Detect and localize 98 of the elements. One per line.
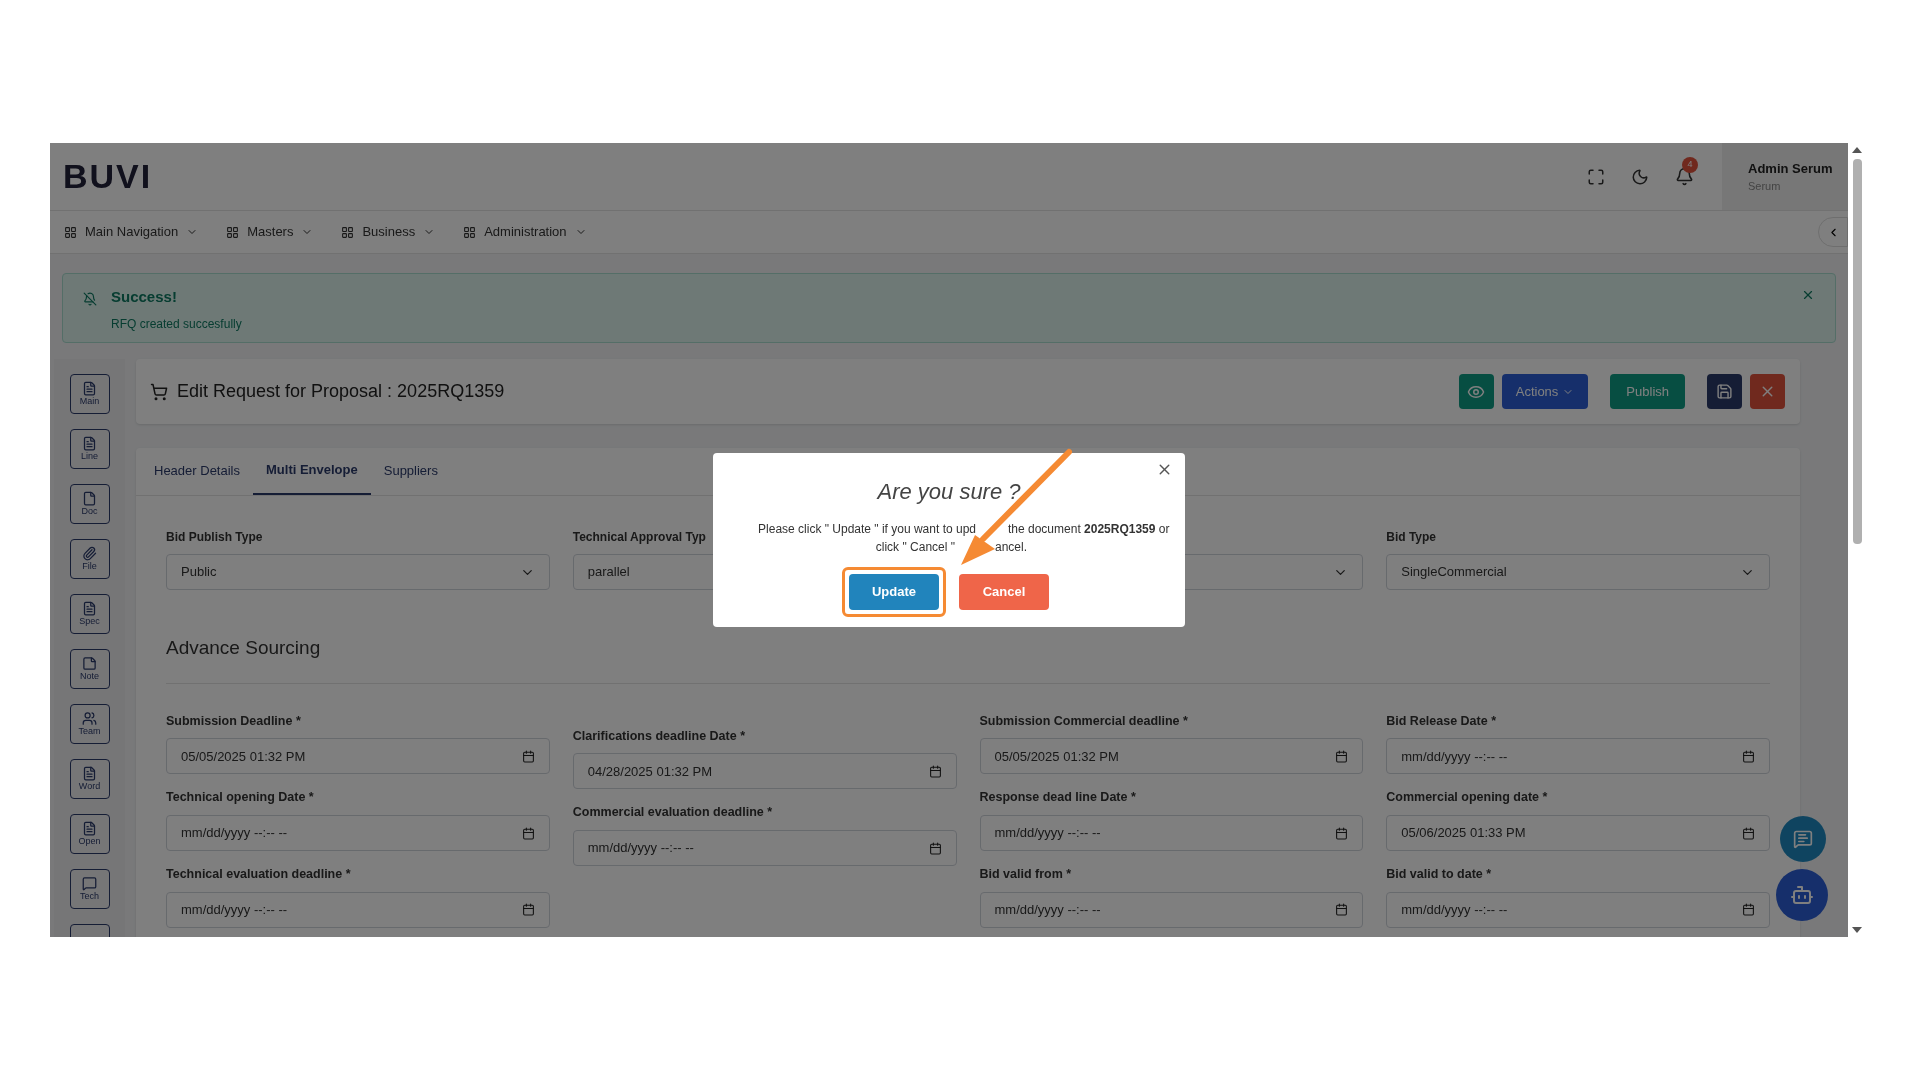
calendar-icon — [1335, 903, 1349, 917]
field-label: Bid valid to date * — [1386, 866, 1492, 883]
tab[interactable]: Header Details — [141, 447, 253, 495]
sidebar-button[interactable]: Spec — [69, 594, 110, 634]
document-icon — [82, 766, 97, 781]
grid-icon — [463, 225, 477, 239]
calendar-icon — [928, 841, 942, 855]
publish-button[interactable]: Publish — [1610, 374, 1685, 409]
date-field[interactable]: mm/dd/yyyy --:-- -- — [572, 830, 957, 866]
robot-icon — [1790, 883, 1814, 907]
section-title: Advance Sourcing — [166, 637, 321, 658]
date-field[interactable]: mm/dd/yyyy --:-- -- — [979, 815, 1364, 851]
chat-icon — [1793, 829, 1813, 849]
alert-message: RFQ created succesfully — [111, 315, 242, 333]
chat-icon — [82, 876, 97, 891]
grid-icon — [226, 225, 240, 239]
document-icon — [82, 601, 97, 616]
sidebar-button[interactable]: Line — [69, 429, 110, 469]
logo: BUVI — [63, 156, 153, 197]
dialog-title: Are you sure ? — [877, 478, 1021, 506]
field-label: Submission Commercial deadline * — [979, 712, 1188, 730]
nav-menu[interactable]: Administration — [463, 222, 587, 242]
calendar-icon — [521, 749, 535, 763]
sidebar-button[interactable]: Main — [69, 374, 110, 414]
grid-icon — [341, 225, 355, 239]
note-icon — [82, 656, 97, 671]
sidebar-button[interactable]: Open — [69, 814, 110, 854]
sidebar-button[interactable]: Doc — [69, 484, 110, 524]
sidebar-button[interactable]: Team — [69, 704, 110, 744]
people-icon — [82, 711, 97, 726]
document-icon — [82, 821, 97, 836]
cart-icon — [150, 382, 168, 401]
field-label: Technical evaluation deadline * — [166, 866, 351, 883]
field-label: Bid Release Date * — [1386, 712, 1497, 730]
page-icon — [82, 491, 97, 506]
sidebar-button[interactable]: File — [69, 539, 110, 579]
field-label: Response dead line Date * — [979, 789, 1136, 807]
calendar-icon — [1335, 826, 1349, 840]
calendar-icon — [521, 903, 535, 917]
nav-menu[interactable]: Masters — [226, 222, 314, 242]
field-label: Technical Approval Typ — [572, 529, 706, 546]
dialog-message: click " Cancel " — [875, 539, 955, 556]
notification-icon[interactable] — [1675, 167, 1694, 186]
date-field[interactable]: mm/dd/yyyy --:-- -- — [166, 815, 550, 851]
nav-menu[interactable]: Main Navigation — [64, 222, 199, 242]
dialog-message: the document 2025RQ1359 or — [1008, 521, 1170, 538]
bell-off-icon — [83, 292, 97, 306]
field-label: Submission Deadline * — [166, 712, 301, 730]
dialog-message: Please click " Update " if you want to upd — [758, 521, 976, 538]
paperclip-icon — [82, 546, 97, 561]
date-field[interactable]: 05/06/2025 01:33 PM — [1386, 815, 1770, 851]
grid-icon — [64, 225, 77, 239]
close-button[interactable] — [1750, 374, 1785, 409]
field-label: Technical opening Date * — [166, 789, 314, 807]
date-field[interactable]: mm/dd/yyyy --:-- -- — [1386, 891, 1770, 928]
update-button[interactable]: Update — [849, 574, 939, 610]
date-field[interactable]: mm/dd/yyyy --:-- -- — [979, 891, 1364, 928]
bot-button[interactable] — [1776, 869, 1828, 921]
alert-title: Success! — [111, 287, 178, 307]
tab[interactable]: Multi Envelope — [253, 447, 371, 495]
cancel-button[interactable]: Cancel — [959, 574, 1049, 610]
sidebar-button[interactable]: Tech — [69, 869, 110, 909]
date-field[interactable]: 05/05/2025 01:32 PM — [166, 738, 550, 775]
dark-mode-icon[interactable] — [1631, 167, 1649, 186]
field-label: Commercial evaluation deadline * — [572, 804, 773, 822]
nav-menu[interactable]: Business — [341, 222, 436, 242]
calendar-icon — [521, 826, 535, 840]
field-label: Bid Type — [1386, 529, 1437, 546]
field-label: Commercial opening date * — [1386, 789, 1548, 807]
select-field[interactable]: Public — [166, 554, 550, 590]
dialog-message: ancel. — [995, 539, 1028, 556]
view-button[interactable] — [1458, 374, 1494, 409]
field-label: Bid valid from * — [979, 866, 1072, 883]
calendar-icon — [1335, 749, 1349, 763]
date-field[interactable]: 05/05/2025 01:32 PM — [979, 738, 1364, 775]
calendar-icon — [1742, 826, 1755, 840]
notification-badge: 4 — [1682, 157, 1698, 173]
chat-button[interactable] — [1780, 816, 1826, 862]
save-icon — [1716, 383, 1733, 400]
save-button[interactable] — [1707, 374, 1742, 409]
user-name: Admin Serum — [1748, 159, 1834, 178]
date-field[interactable]: 04/28/2025 01:32 PM — [572, 753, 957, 790]
calendar-icon — [1742, 749, 1755, 763]
date-field[interactable]: mm/dd/yyyy --:-- -- — [1386, 738, 1770, 775]
date-field[interactable]: mm/dd/yyyy --:-- -- — [166, 891, 550, 928]
document-icon — [82, 381, 97, 396]
document-icon — [82, 436, 97, 451]
tab[interactable]: Suppliers — [370, 447, 451, 495]
calendar-icon — [1742, 903, 1755, 917]
fullscreen-icon[interactable] — [1587, 167, 1605, 186]
sidebar-button[interactable]: Word — [69, 759, 110, 799]
page-title: Edit Request for Proposal : 2025RQ1359 — [177, 380, 505, 403]
calendar-icon — [928, 764, 942, 778]
field-label: Clarifications deadline Date * — [572, 727, 746, 745]
field-label: Bid Publish Type — [166, 529, 263, 546]
select-field[interactable]: SingleCommercial — [1386, 554, 1770, 590]
actions-button[interactable]: Actions — [1501, 374, 1589, 409]
sidebar-button[interactable]: Note — [69, 649, 110, 689]
